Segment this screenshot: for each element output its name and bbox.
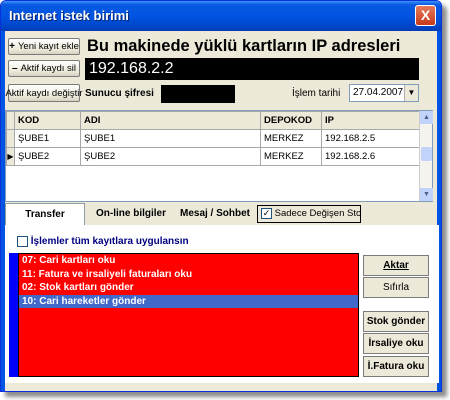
close-button[interactable]: X — [415, 5, 436, 26]
close-icon: X — [420, 7, 431, 23]
reset-button[interactable]: Sıfırla — [363, 277, 429, 298]
plus-icon: + — [9, 41, 15, 52]
date-select[interactable]: 27.04.2007 ▼ — [349, 84, 419, 102]
tab-message[interactable]: Mesaj / Sohbet — [175, 203, 255, 225]
delete-record-button[interactable]: – Aktif kaydı sil — [8, 60, 80, 77]
date-label: İşlem tarihi — [292, 88, 341, 99]
list-item[interactable]: 07: Cari kartları oku — [19, 254, 358, 268]
list-item[interactable]: 11: Fatura ve irsaliyeli faturaları oku — [19, 268, 358, 282]
column-header-ip[interactable]: IP — [321, 111, 421, 130]
transfer-button-label: Aktar — [383, 260, 409, 271]
minus-icon: – — [12, 63, 18, 74]
scroll-up-icon[interactable]: ▲ — [420, 111, 433, 124]
tab-transfer[interactable]: Transfer işlemleri — [5, 203, 85, 242]
table-row[interactable]: ▶ ŞUBE2 ŞUBE2 MERKEZ 192.168.2.6 — [6, 147, 421, 166]
read-invoice-label: İ.Fatura oku — [367, 361, 425, 372]
only-changed-stocks-label: Sadece Değişen Stoklar — [274, 208, 361, 219]
row-pointer-icon[interactable] — [6, 129, 15, 148]
read-invoice-button[interactable]: İ.Fatura oku — [363, 356, 429, 377]
cell-adi[interactable]: ŞUBE1 — [80, 129, 261, 148]
tab-online[interactable]: On-line bilgiler — [91, 203, 171, 225]
cell-depokod[interactable]: MERKEZ — [260, 147, 322, 166]
row-indicator-header — [6, 111, 15, 130]
transfer-button[interactable]: Aktar — [363, 255, 429, 276]
add-record-label: Yeni kayıt ekle — [17, 41, 79, 52]
list-item-selected[interactable]: 10: Cari hareketler gönder — [19, 294, 358, 308]
column-header-depokod[interactable]: DEPOKOD — [260, 111, 322, 130]
cell-depokod[interactable]: MERKEZ — [260, 129, 322, 148]
apply-all-label: İşlemler tüm kayıtlara uygulansın — [30, 236, 189, 248]
server-password-field[interactable] — [161, 85, 235, 103]
list-item[interactable]: 02: Stok kartları gönder — [19, 281, 358, 295]
add-record-button[interactable]: + Yeni kayıt ekle — [8, 38, 80, 55]
cell-ip[interactable]: 192.168.2.5 — [321, 129, 421, 148]
send-stock-button[interactable]: Stok gönder — [363, 311, 429, 332]
title-bar[interactable]: Internet istek birimi X — [1, 1, 441, 31]
ip-address-field[interactable]: 192.168.2.2 — [85, 58, 419, 80]
only-changed-stocks-checkbox[interactable]: ✓ Sadece Değişen Stoklar — [257, 205, 361, 223]
row-pointer-icon[interactable]: ▶ — [6, 147, 15, 166]
cards-table: KOD ADI DEPOKOD IP ŞUBE1 ŞUBE1 MERKEZ 19… — [5, 110, 433, 202]
column-header-adi[interactable]: ADI — [80, 111, 261, 130]
checkbox-check-icon[interactable]: ✓ — [261, 207, 272, 219]
operations-list[interactable]: 07: Cari kartları oku 11: Fatura ve irsa… — [18, 253, 359, 377]
list-side-bar — [9, 253, 18, 377]
cell-kod[interactable]: ŞUBE2 — [14, 147, 81, 166]
tab-strip: Transfer işlemleri On-line bilgiler Mesa… — [5, 203, 439, 242]
date-value: 27.04.2007 — [353, 87, 404, 98]
page-title: Bu makinede yüklü kartların IP adresleri — [87, 37, 401, 55]
chevron-down-icon[interactable]: ▼ — [404, 85, 418, 101]
cell-adi[interactable]: ŞUBE2 — [80, 147, 261, 166]
scroll-thumb[interactable] — [421, 147, 432, 161]
read-waybill-label: İrsaliye oku — [368, 338, 424, 349]
table-row[interactable]: ŞUBE1 ŞUBE1 MERKEZ 192.168.2.5 — [6, 129, 421, 148]
reset-button-label: Sıfırla — [382, 282, 410, 293]
send-stock-label: Stok gönder — [366, 316, 426, 327]
change-record-label: Aktif kaydı değiştir — [5, 87, 83, 99]
delete-record-label: Aktif kaydı sil — [20, 63, 76, 74]
window-title: Internet istek birimi — [9, 8, 129, 23]
apply-all-check-box[interactable] — [17, 236, 28, 247]
apply-all-checkbox[interactable]: İşlemler tüm kayıtlara uygulansın — [17, 236, 189, 247]
table-scrollbar[interactable]: ▲ ▼ — [419, 111, 433, 201]
change-record-button[interactable]: Aktif kaydı değiştir — [5, 84, 83, 102]
table-header-row: KOD ADI DEPOKOD IP — [6, 111, 421, 130]
column-header-kod[interactable]: KOD — [14, 111, 81, 130]
read-waybill-button[interactable]: İrsaliye oku — [363, 333, 429, 354]
scroll-down-icon[interactable]: ▼ — [420, 188, 433, 201]
cell-kod[interactable]: ŞUBE1 — [14, 129, 81, 148]
app-window: Internet istek birimi X + Yeni kayıt ekl… — [0, 0, 442, 392]
cell-ip[interactable]: 192.168.2.6 — [321, 147, 421, 166]
server-password-label: Sunucu şifresi — [85, 88, 154, 99]
